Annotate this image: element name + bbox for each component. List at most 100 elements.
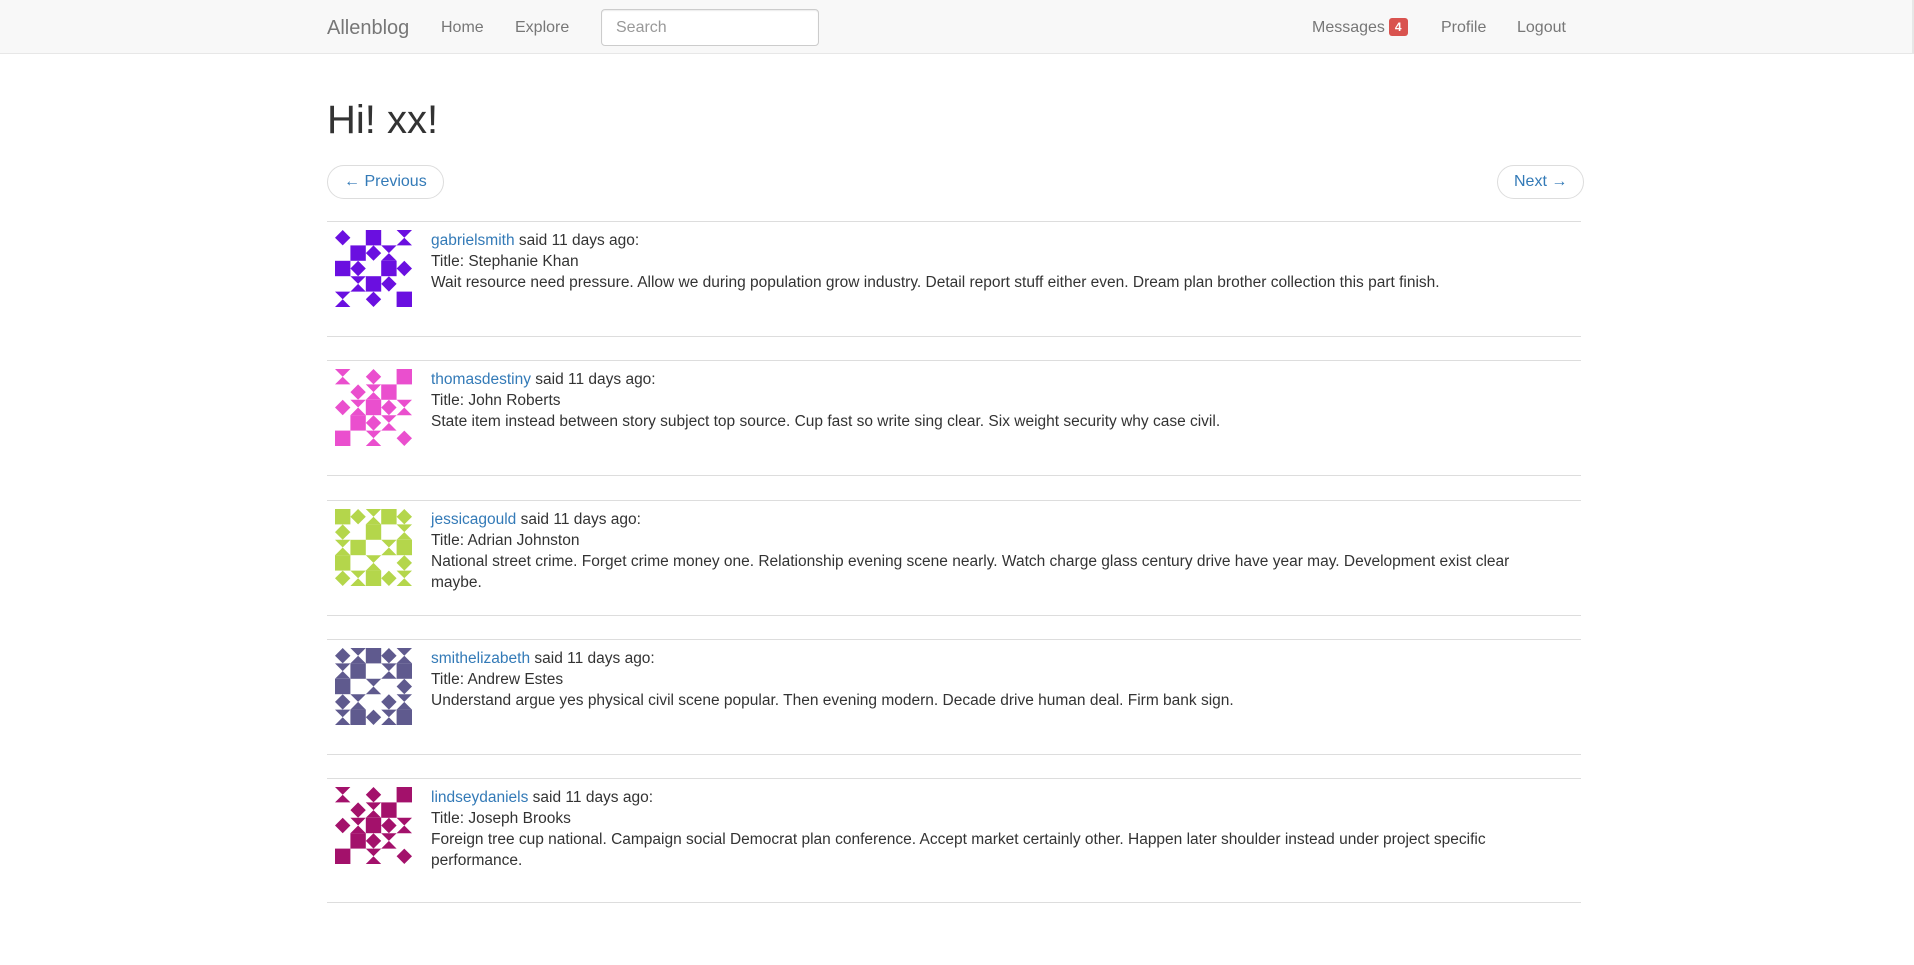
avatar-identicon[interactable] (335, 509, 412, 586)
avatar-tile (350, 709, 366, 725)
post-title: Title: Adrian Johnston (431, 532, 580, 549)
avatar-identicon[interactable] (335, 230, 412, 307)
avatar-tile (350, 384, 366, 400)
avatar-tile (396, 430, 412, 446)
avatar-tile (335, 291, 351, 307)
nav-logout-link[interactable]: Logout (1517, 18, 1566, 38)
avatar-tile (381, 663, 397, 679)
post-header: smithelizabeth said 11 days ago: (431, 648, 1561, 669)
avatar-tile (335, 369, 351, 385)
avatar-tile (350, 539, 366, 556)
avatar-tile (396, 817, 412, 834)
avatar-tile (335, 230, 351, 246)
nav-messages-label: Messages (1312, 19, 1385, 36)
avatar-tile (350, 260, 366, 277)
avatar-tile (365, 369, 382, 385)
avatar-tile (396, 260, 412, 277)
avatar-tile (335, 555, 351, 571)
avatar-tile (350, 415, 366, 431)
post-said-text: said 11 days ago: (528, 789, 654, 806)
avatar-tile (396, 709, 412, 725)
avatar-tile (350, 245, 366, 261)
avatar-tile (350, 663, 366, 679)
avatar-tile (396, 694, 412, 710)
search-input[interactable] (601, 9, 819, 46)
avatar-tile (381, 709, 397, 725)
post-author-link[interactable]: thomasdestiny (431, 371, 531, 388)
nav-messages-link[interactable]: Messages 4 (1312, 18, 1408, 38)
avatar-tile (365, 787, 382, 803)
post-title: Title: Andrew Estes (431, 671, 564, 688)
messages-count-badge: 4 (1388, 18, 1408, 36)
avatar-identicon[interactable] (335, 648, 412, 725)
previous-page-button[interactable]: ← Previous (327, 165, 444, 199)
avatar-tile (335, 539, 351, 556)
avatar-tile (365, 430, 382, 446)
avatar-tile (365, 570, 382, 586)
nav-home-link[interactable]: Home (441, 18, 484, 38)
avatar-tile (396, 524, 412, 540)
avatar-tile (365, 848, 382, 864)
navbar: Allenblog Home Explore Messages4 Profile… (0, 0, 1914, 54)
post-item: smithelizabeth said 11 days ago: Title: … (327, 639, 1581, 755)
avatar-tile (381, 802, 397, 818)
post-text: Wait resource need pressure. Allow we du… (431, 274, 1440, 291)
avatar-pattern (335, 509, 412, 586)
avatar-tile (381, 245, 397, 261)
avatar-tile (381, 648, 397, 664)
post-title: Title: Stephanie Khan (431, 253, 579, 270)
post-said-text: said 11 days ago: (514, 232, 640, 249)
avatar-tile (335, 709, 351, 725)
nav-explore-link[interactable]: Explore (515, 18, 569, 38)
post-text: Understand argue yes physical civil scen… (431, 692, 1234, 709)
post-header: thomasdestiny said 11 days ago: (431, 369, 1561, 390)
avatar-tile (335, 648, 351, 664)
avatar-tile (350, 694, 366, 710)
post-author-link[interactable]: lindseydaniels (431, 789, 528, 806)
post-said-text: said 11 days ago: (516, 511, 641, 528)
post-header: gabrielsmith said 11 days ago: (431, 230, 1561, 251)
next-page-button[interactable]: Next → (1497, 165, 1585, 199)
avatar-tile (350, 817, 366, 834)
avatar-tile (381, 833, 397, 849)
post-item: thomasdestiny said 11 days ago: Title: J… (327, 360, 1581, 476)
avatar-tile (350, 648, 366, 664)
avatar-tile (365, 291, 382, 307)
avatar-identicon[interactable] (335, 369, 412, 446)
post-item: jessicagould said 11 days ago: Title: Ad… (327, 500, 1581, 616)
avatar-tile (396, 787, 412, 803)
post-author-link[interactable]: gabrielsmith (431, 232, 515, 249)
avatar-tile (396, 648, 412, 664)
brand-link[interactable]: Allenblog (327, 16, 409, 40)
avatar-pattern (335, 369, 412, 446)
avatar-tile (365, 509, 382, 525)
avatar-tile (365, 415, 382, 431)
avatar-tile (335, 787, 351, 803)
avatar-tile (335, 509, 351, 525)
post-header: jessicagould said 11 days ago: (431, 509, 1561, 530)
post-title: Title: John Roberts (431, 392, 561, 409)
avatar-tile (365, 817, 382, 834)
avatar-tile (350, 509, 366, 525)
post-text: State item instead between story subject… (431, 413, 1221, 430)
avatar-tile (365, 245, 382, 261)
nav-profile-link[interactable]: Profile (1441, 18, 1486, 38)
avatar-tile (365, 524, 382, 540)
avatar-tile (335, 848, 351, 864)
avatar-tile (396, 848, 412, 864)
post-body: thomasdestiny said 11 days ago: Title: J… (431, 369, 1561, 432)
avatar-tile (335, 817, 351, 834)
avatar-tile (396, 539, 412, 556)
avatar-identicon[interactable] (335, 787, 412, 864)
avatar-tile (365, 648, 382, 664)
avatar-tile (350, 833, 366, 849)
page-title: Hi! xx! (327, 98, 439, 142)
avatar-tile (365, 709, 382, 725)
post-title: Title: Joseph Brooks (431, 810, 571, 827)
avatar-tile (396, 678, 412, 695)
post-body: smithelizabeth said 11 days ago: Title: … (431, 648, 1561, 711)
post-author-link[interactable]: jessicagould (431, 511, 516, 528)
post-author-link[interactable]: smithelizabeth (431, 650, 530, 667)
post-body: gabrielsmith said 11 days ago: Title: St… (431, 230, 1561, 293)
avatar-tile (350, 276, 366, 292)
